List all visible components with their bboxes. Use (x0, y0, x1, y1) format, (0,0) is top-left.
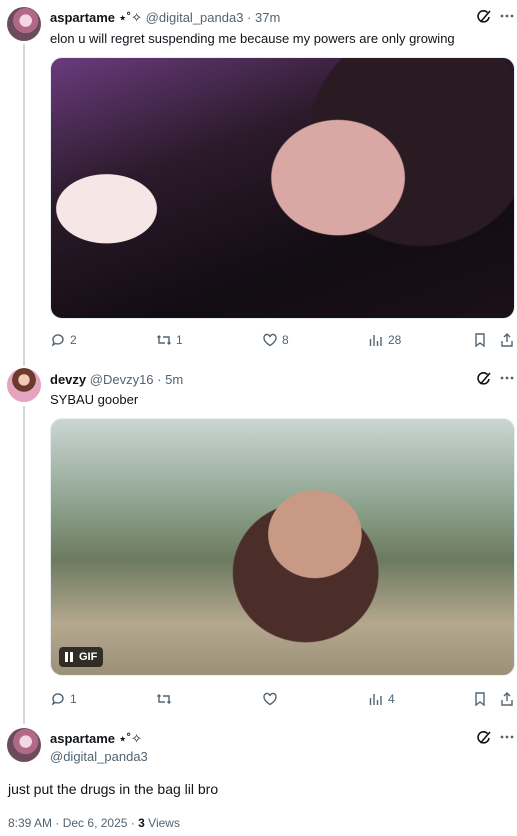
views-count: 4 (388, 692, 395, 706)
post-time[interactable]: 8:39 AM (8, 816, 52, 830)
name-badges: ⋆˚✧ (118, 731, 143, 746)
like-icon (263, 692, 277, 706)
tweet-image[interactable] (50, 57, 515, 319)
views-button[interactable]: 28 (368, 331, 401, 349)
more-icon[interactable] (499, 729, 515, 745)
more-icon[interactable] (499, 370, 515, 386)
avatar[interactable] (7, 728, 41, 762)
separator: · (130, 816, 135, 830)
thread-line (23, 44, 25, 366)
tweet-text: SYBAU goober (50, 392, 139, 407)
repost-icon (157, 335, 171, 345)
views-icon (369, 694, 382, 705)
repost-count: 1 (176, 333, 183, 347)
reply-count: 2 (70, 333, 77, 347)
more-icon[interactable] (499, 8, 515, 24)
name-badges: ⋆˚✧ (118, 10, 143, 25)
like-button[interactable]: 8 (262, 331, 289, 349)
views-count: 28 (388, 333, 402, 347)
bookmark-icon[interactable] (472, 690, 488, 708)
bookmark-icon[interactable] (472, 331, 488, 349)
views-button[interactable]: 4 (368, 690, 395, 708)
timestamp[interactable]: 5m (165, 372, 183, 387)
tweet-actions: 2 1 8 28 (50, 331, 515, 349)
separator: · (247, 10, 252, 25)
like-button[interactable] (262, 690, 278, 708)
share-icon[interactable] (499, 690, 515, 708)
grok-icon[interactable] (476, 371, 492, 387)
repost-button[interactable]: 1 (156, 331, 183, 349)
avatar[interactable] (7, 368, 41, 402)
handle[interactable]: @digital_panda3 (146, 10, 244, 25)
main-tweet-text: just put the drugs in the bag lil bro (8, 781, 219, 797)
tweet-header: aspartame ⋆˚✧ @digital_panda3 · 37m (50, 10, 280, 26)
like-count: 8 (282, 333, 289, 347)
repost-button[interactable] (156, 690, 172, 708)
reply-button[interactable]: 2 (50, 331, 77, 349)
post-date[interactable]: Dec 6, 2025 (63, 816, 128, 830)
thread-line (23, 406, 25, 724)
grok-icon[interactable] (476, 9, 492, 25)
grok-icon[interactable] (476, 730, 492, 746)
display-name[interactable]: devzy (50, 372, 86, 387)
display-name[interactable]: aspartame (50, 731, 115, 746)
gif-pause-button[interactable]: GIF (59, 647, 104, 667)
reply-icon (51, 693, 64, 706)
tweet-gif[interactable]: GIF (50, 418, 515, 676)
separator: · (157, 372, 162, 387)
share-icon[interactable] (499, 331, 515, 349)
views-label: Views (148, 816, 180, 830)
views-icon (369, 335, 382, 346)
tweet-actions: 1 4 (50, 690, 515, 708)
separator: · (55, 816, 60, 830)
tweet-header: devzy @Devzy16 · 5m (50, 372, 183, 388)
tweet-text: elon u will regret suspending me because… (50, 31, 455, 46)
repost-icon (157, 694, 171, 704)
avatar[interactable] (7, 7, 41, 41)
views-count: 3 (138, 816, 145, 830)
reply-icon (51, 334, 64, 347)
reply-button[interactable]: 1 (50, 690, 77, 708)
handle[interactable]: @digital_panda3 (50, 749, 148, 765)
tweet-1[interactable]: aspartame ⋆˚✧ @digital_panda3 · 37m elon… (0, 0, 517, 366)
main-tweet-header: aspartame ⋆˚✧ (50, 731, 142, 747)
gif-label: GIF (79, 651, 98, 663)
tweet-meta: 8:39 AM · Dec 6, 2025 · 3 Views (8, 815, 180, 831)
reply-count: 1 (70, 692, 77, 706)
timestamp[interactable]: 37m (255, 10, 280, 25)
display-name[interactable]: aspartame (50, 10, 115, 25)
handle[interactable]: @Devzy16 (90, 372, 154, 387)
pause-icon (65, 652, 73, 662)
like-icon (263, 333, 277, 347)
